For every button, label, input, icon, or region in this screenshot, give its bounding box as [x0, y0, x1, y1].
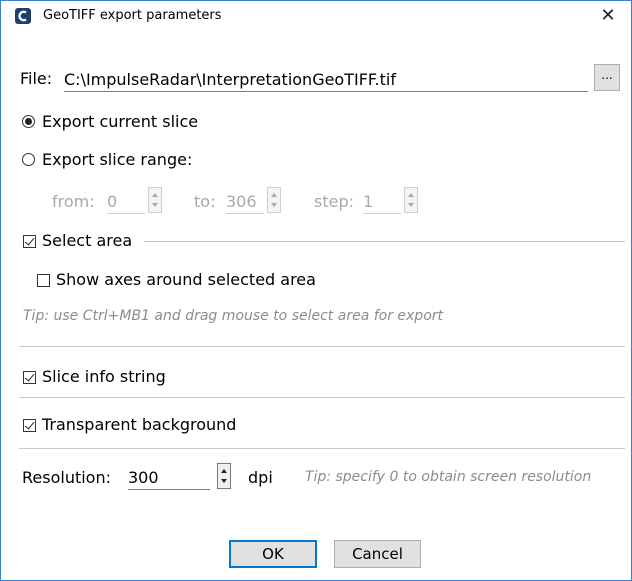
- file-path-input[interactable]: [64, 67, 588, 92]
- resolution-input[interactable]: [128, 465, 210, 490]
- separator: [19, 448, 625, 449]
- slice-info-checkbox[interactable]: [23, 371, 36, 384]
- show-axes-label[interactable]: Show axes around selected area: [56, 270, 316, 290]
- select-area-checkbox[interactable]: [23, 235, 36, 248]
- browse-button[interactable]: ...: [594, 64, 620, 91]
- transparent-bg-checkbox[interactable]: [23, 419, 36, 432]
- window-title: GeoTIFF export parameters: [43, 8, 222, 23]
- show-axes-checkbox[interactable]: [37, 274, 50, 287]
- step-spinner[interactable]: [404, 187, 418, 213]
- resolution-unit: dpi: [248, 468, 273, 487]
- from-input[interactable]: [107, 189, 145, 214]
- cancel-button[interactable]: Cancel: [334, 540, 421, 568]
- separator: [19, 397, 625, 398]
- select-area-label[interactable]: Select area: [42, 231, 132, 251]
- to-label: to:: [194, 192, 216, 211]
- app-logo-icon: [15, 8, 31, 24]
- slice-info-label[interactable]: Slice info string: [42, 367, 166, 387]
- step-label: step:: [314, 192, 354, 211]
- close-button[interactable]: ✕: [585, 1, 631, 31]
- separator: [19, 346, 625, 347]
- file-label: File:: [20, 69, 53, 88]
- from-spinner[interactable]: [148, 187, 162, 213]
- resolution-spinner[interactable]: [217, 463, 231, 489]
- resolution-tip: Tip: specify 0 to obtain screen resoluti…: [305, 469, 592, 485]
- spin-down-icon: [152, 203, 158, 207]
- to-spinner[interactable]: [267, 187, 281, 213]
- export-range-label[interactable]: Export slice range:: [42, 150, 192, 170]
- step-input[interactable]: [363, 189, 401, 214]
- transparent-bg-label[interactable]: Transparent background: [42, 415, 236, 435]
- ok-button[interactable]: OK: [229, 540, 317, 568]
- resolution-label: Resolution:: [22, 468, 111, 487]
- export-dialog: GeoTIFF export parameters ✕ File: ... Ex…: [0, 0, 632, 581]
- to-input[interactable]: [226, 189, 264, 214]
- spin-down-icon: [221, 479, 227, 483]
- spin-up-icon: [221, 469, 227, 473]
- title-bar[interactable]: GeoTIFF export parameters ✕: [1, 1, 631, 31]
- spin-up-icon: [152, 193, 158, 197]
- export-current-label[interactable]: Export current slice: [42, 112, 198, 132]
- from-label: from:: [52, 192, 95, 211]
- spin-up-icon: [408, 193, 414, 197]
- spin-up-icon: [271, 193, 277, 197]
- spin-down-icon: [408, 203, 414, 207]
- export-range-radio[interactable]: [22, 153, 35, 166]
- group-divider: [144, 241, 625, 242]
- export-current-radio[interactable]: [22, 115, 35, 128]
- spin-down-icon: [271, 203, 277, 207]
- select-area-tip: Tip: use Ctrl+MB1 and drag mouse to sele…: [23, 308, 444, 324]
- close-icon: ✕: [600, 5, 616, 26]
